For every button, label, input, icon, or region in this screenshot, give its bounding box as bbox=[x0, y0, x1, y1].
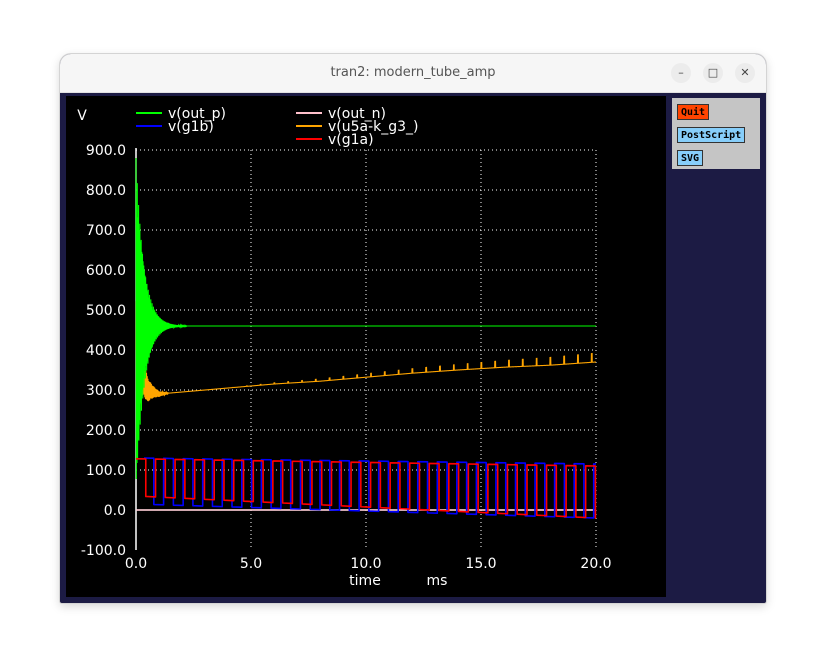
series-g1a-line bbox=[135, 458, 597, 519]
y-tick-label: 400.0 bbox=[86, 343, 126, 359]
maximize-button[interactable]: □ bbox=[703, 63, 723, 83]
title-bar[interactable]: tran2: modern_tube_amp – □ ✕ bbox=[60, 54, 766, 93]
y-tick-label: 200.0 bbox=[86, 423, 126, 439]
y-tick-label: 500.0 bbox=[86, 303, 126, 319]
legend-label: v(g1b) bbox=[168, 119, 214, 135]
x-axis-label: time bbox=[349, 573, 381, 589]
svg-button[interactable]: SVG bbox=[677, 150, 704, 166]
waveform-chart[interactable]: 900.0 800.0 700.0 600.0 500.0 400.0 300.0 200.0… bbox=[66, 96, 666, 597]
x-tick-label: 20.0 bbox=[580, 556, 611, 572]
minimize-button[interactable]: – bbox=[671, 63, 691, 83]
command-panel: Quit PostScript SVG bbox=[672, 98, 760, 169]
postscript-button[interactable]: PostScript bbox=[677, 127, 746, 143]
x-tick-label: 0.0 bbox=[125, 556, 147, 572]
y-unit-label: V bbox=[77, 108, 87, 124]
plot-area[interactable]: 900.0 800.0 700.0 600.0 500.0 400.0 300.0 200.0… bbox=[66, 96, 666, 597]
y-tick-label: 0.0 bbox=[104, 503, 126, 519]
y-tick-label: 800.0 bbox=[86, 183, 126, 199]
y-tick-label: 300.0 bbox=[86, 383, 126, 399]
y-tick-label: -100.0 bbox=[81, 543, 126, 559]
y-tick-label: 700.0 bbox=[86, 223, 126, 239]
x-tick-label: 5.0 bbox=[240, 556, 262, 572]
plot-window: tran2: modern_tube_amp – □ ✕ 900.0 800.0 7… bbox=[60, 54, 766, 603]
x-tick-label: 15.0 bbox=[465, 556, 496, 572]
y-tick-label: 100.0 bbox=[86, 463, 126, 479]
window-title: tran2: modern_tube_amp bbox=[330, 65, 496, 80]
x-unit-label: ms bbox=[427, 573, 448, 589]
quit-button[interactable]: Quit bbox=[677, 104, 710, 120]
close-button[interactable]: ✕ bbox=[735, 63, 755, 83]
y-tick-label: 900.0 bbox=[86, 143, 126, 159]
legend-label: v(g1a) bbox=[328, 132, 374, 148]
x-tick-label: 10.0 bbox=[350, 556, 381, 572]
y-tick-label: 600.0 bbox=[86, 263, 126, 279]
